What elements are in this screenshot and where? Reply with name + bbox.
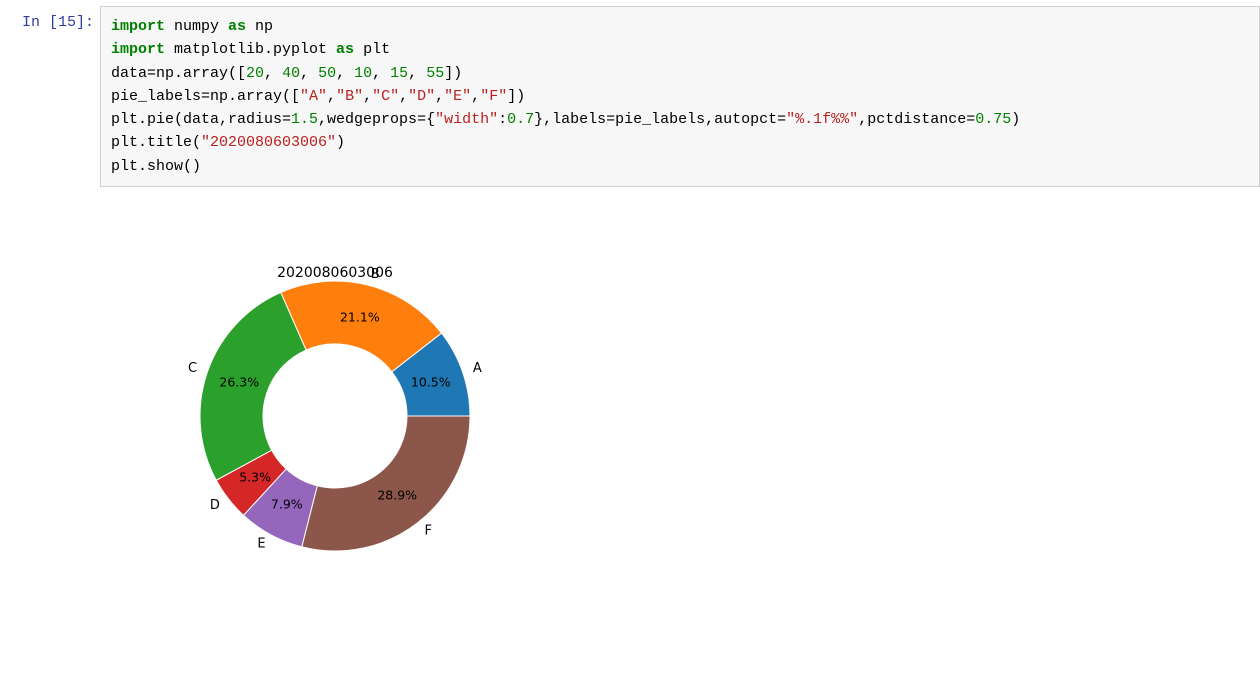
pct-label-F: 28.9% [377, 487, 417, 502]
wedge-F [302, 416, 470, 551]
pct-label-D: 5.3% [239, 469, 271, 484]
prompt-in-label: In [22, 14, 49, 31]
pct-label-E: 7.9% [271, 496, 303, 511]
prompt-exec-count: [15]: [49, 14, 94, 31]
category-label-A: A [473, 361, 482, 376]
pct-label-A: 10.5% [411, 374, 451, 389]
pct-label-B: 21.1% [340, 309, 380, 324]
category-label-D: D [210, 498, 220, 513]
donut-chart: 202008060300610.5%A21.1%B26.3%C5.3%D7.9%… [100, 191, 570, 631]
output-area: 202008060300610.5%A21.1%B26.3%C5.3%D7.9%… [100, 191, 570, 631]
category-label-B: B [371, 267, 380, 282]
category-label-F: F [425, 523, 432, 538]
pct-label-C: 26.3% [219, 374, 259, 389]
category-label-C: C [188, 361, 197, 376]
category-label-E: E [257, 536, 265, 551]
code-editor[interactable]: import numpy as np import matplotlib.pyp… [100, 6, 1260, 187]
code-cell: In [15]: import numpy as np import matpl… [0, 0, 1260, 191]
cell-prompt: In [15]: [2, 6, 100, 31]
